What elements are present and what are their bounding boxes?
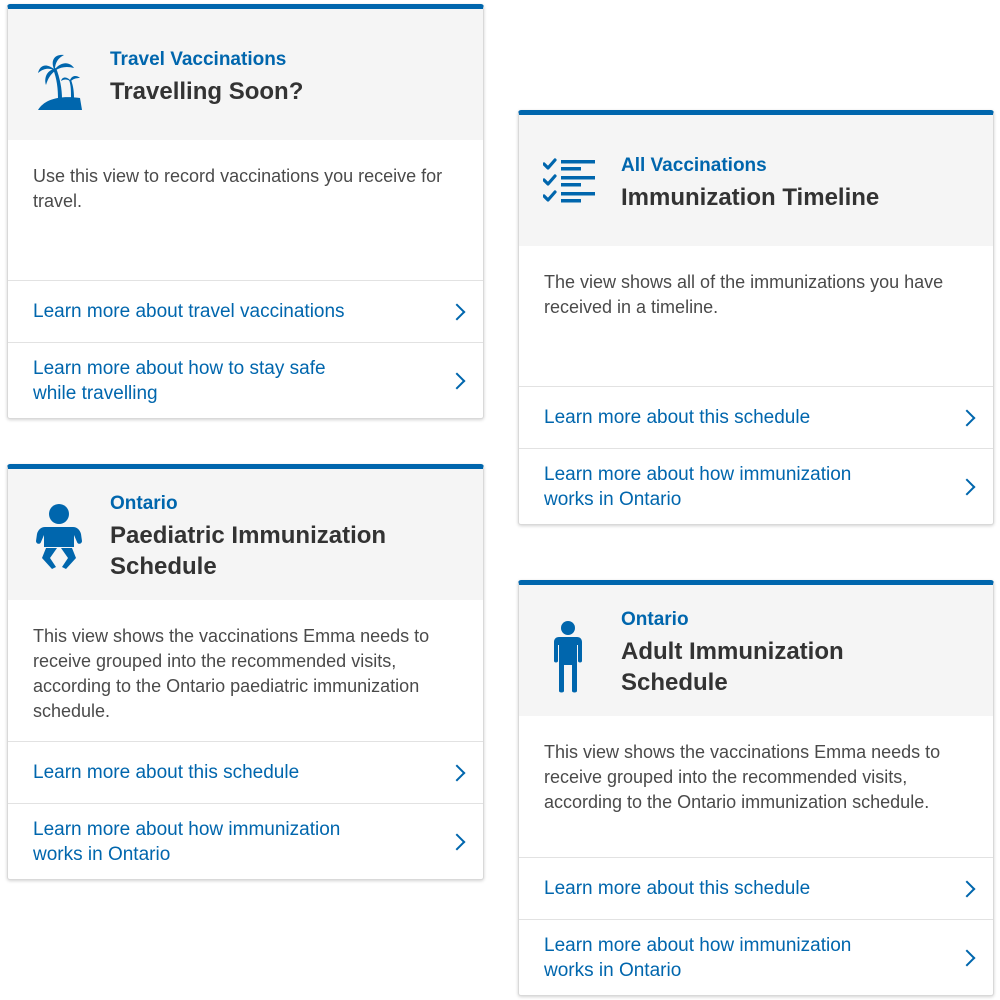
link-label: Learn more about how immunization works … [544, 463, 852, 510]
card-header: Travel Vaccinations Travelling Soon? [8, 9, 483, 140]
checklist-icon [543, 156, 597, 206]
chevron-right-icon [958, 409, 976, 426]
learn-more-schedule-link[interactable]: Learn more about this schedule [519, 857, 993, 919]
card-links: Learn more about this schedule Learn mor… [8, 741, 483, 879]
card-title: Paediatric Immunization Schedule [110, 522, 387, 580]
immunization-timeline-card: All Vaccinations Immunization Timeline T… [518, 110, 994, 525]
travel-vaccinations-card: Travel Vaccinations Travelling Soon? Use… [7, 4, 484, 419]
card-description: Use this view to record vaccinations you… [33, 166, 443, 211]
card-eyebrow: Travel Vaccinations [110, 49, 287, 70]
link-label: Learn more about how to stay safe while … [33, 357, 326, 404]
link-label: Learn more about how immunization works … [544, 934, 852, 981]
learn-more-travel-vaccinations-link[interactable]: Learn more about travel vaccinations [8, 280, 483, 342]
chevron-right-icon [958, 478, 976, 495]
card-header: Ontario Paediatric Immunization Schedule [8, 469, 483, 600]
chevron-right-icon [958, 880, 976, 897]
card-header: Ontario Adult Immunization Schedule [519, 585, 993, 716]
card-title: Immunization Timeline [621, 184, 880, 211]
card-description: This view shows the vaccinations Emma ne… [33, 626, 430, 721]
card-description: This view shows the vaccinations Emma ne… [544, 742, 941, 812]
paediatric-schedule-card: Ontario Paediatric Immunization Schedule… [7, 464, 484, 880]
card-header: All Vaccinations Immunization Timeline [519, 115, 993, 246]
card-links: Learn more about this schedule Learn mor… [519, 857, 993, 995]
link-label: Learn more about travel vaccinations [33, 301, 345, 322]
card-title: Adult Immunization Schedule [621, 638, 844, 696]
link-label: Learn more about this schedule [544, 407, 811, 428]
baby-icon [36, 503, 82, 569]
card-title: Travelling Soon? [110, 78, 304, 105]
link-label: Learn more about this schedule [33, 762, 300, 783]
card-eyebrow: All Vaccinations [621, 155, 767, 176]
card-eyebrow: Ontario [621, 609, 689, 630]
chevron-right-icon [958, 949, 976, 966]
learn-more-immunization-ontario-link[interactable]: Learn more about how immunization works … [519, 919, 993, 995]
card-eyebrow: Ontario [110, 493, 178, 514]
learn-more-immunization-ontario-link[interactable]: Learn more about how immunization works … [8, 803, 483, 879]
adult-person-icon [553, 621, 583, 693]
card-links: Learn more about this schedule Learn mor… [519, 386, 993, 524]
adult-schedule-card: Ontario Adult Immunization Schedule This… [518, 580, 994, 996]
chevron-right-icon [448, 833, 466, 850]
chevron-right-icon [448, 303, 466, 320]
learn-more-stay-safe-link[interactable]: Learn more about how to stay safe while … [8, 342, 483, 418]
learn-more-immunization-ontario-link[interactable]: Learn more about how immunization works … [519, 448, 993, 524]
chevron-right-icon [448, 764, 466, 781]
link-label: Learn more about this schedule [544, 878, 811, 899]
learn-more-schedule-link[interactable]: Learn more about this schedule [8, 741, 483, 803]
card-links: Learn more about travel vaccinations Lea… [8, 280, 483, 418]
chevron-right-icon [448, 372, 466, 389]
card-description: The view shows all of the immunizations … [544, 272, 944, 317]
link-label: Learn more about how immunization works … [33, 818, 341, 865]
palm-tree-island-icon [36, 53, 86, 111]
learn-more-schedule-link[interactable]: Learn more about this schedule [519, 386, 993, 448]
